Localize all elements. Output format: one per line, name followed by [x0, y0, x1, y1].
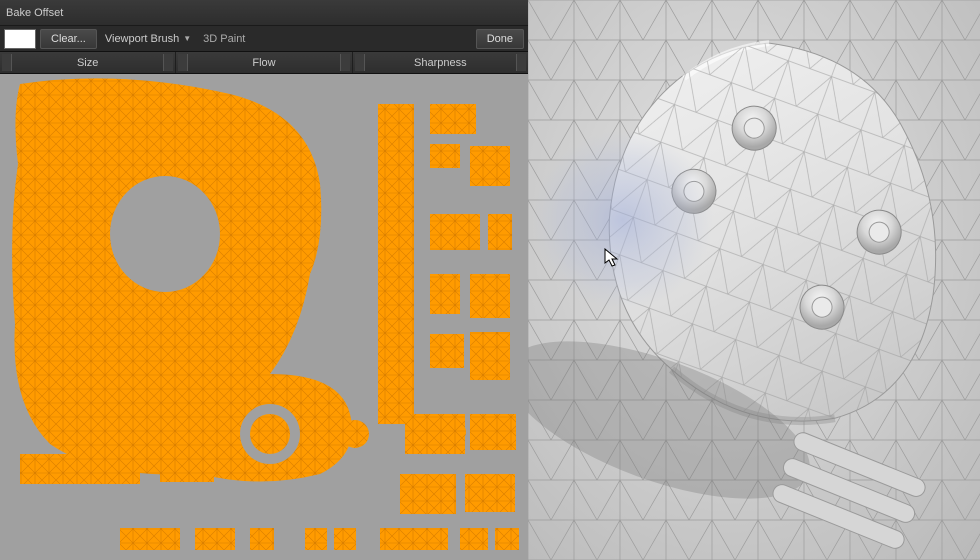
sharpness-slider-label: Sharpness	[414, 57, 467, 69]
view-mode-label: 3D Paint	[203, 33, 245, 45]
clear-button[interactable]: Clear...	[40, 29, 97, 49]
uv-canvas[interactable]	[0, 74, 528, 560]
slider-row: Size Flow Sharpness	[0, 52, 528, 74]
toolbar: Clear... Viewport Brush ▼ 3D Paint Done	[0, 26, 528, 52]
color-swatch[interactable]	[4, 29, 36, 49]
flow-slider[interactable]: Flow	[176, 52, 352, 73]
brush-dropdown[interactable]: Viewport Brush ▼	[101, 33, 195, 45]
bake-offset-panel: Bake Offset Clear... Viewport Brush ▼ 3D…	[0, 0, 528, 560]
brush-dropdown-label: Viewport Brush	[105, 33, 179, 45]
flow-slider-label: Flow	[252, 57, 275, 69]
chevron-down-icon: ▼	[183, 34, 191, 43]
size-slider[interactable]: Size	[0, 52, 176, 73]
done-button[interactable]: Done	[476, 29, 524, 49]
size-slider-label: Size	[77, 57, 98, 69]
panel-titlebar: Bake Offset	[0, 0, 528, 26]
panel-title: Bake Offset	[6, 7, 63, 19]
3d-viewport[interactable]	[528, 0, 980, 560]
sharpness-slider[interactable]: Sharpness	[353, 52, 528, 73]
